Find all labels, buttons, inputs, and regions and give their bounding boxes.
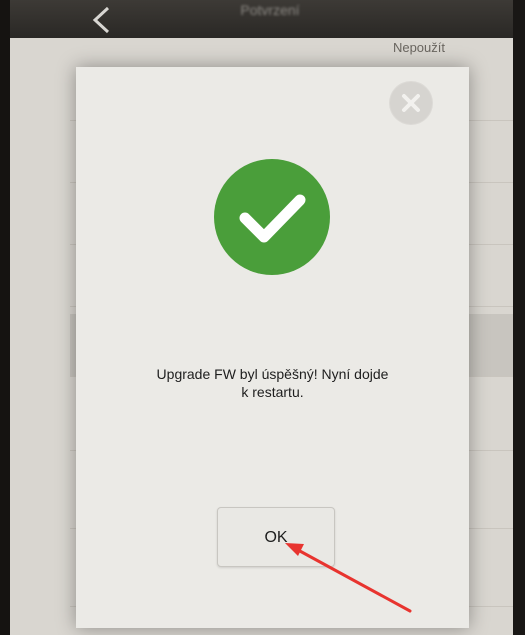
page-title: Potvrzení: [240, 2, 300, 18]
success-message: Upgrade FW byl úspěšný! Nyní dojde k res…: [96, 365, 449, 401]
device-bezel-left: [0, 0, 10, 635]
device-screen: Potvrzení Nepoužít P P K Z L T V V Upgra…: [10, 0, 513, 635]
ok-button[interactable]: OK: [217, 507, 335, 567]
close-icon[interactable]: [389, 81, 433, 125]
device-bezel-right: [513, 0, 525, 635]
top-bar: Potvrzení: [10, 0, 513, 38]
back-icon[interactable]: [90, 6, 112, 34]
success-message-line: k restartu.: [241, 384, 304, 400]
success-message-line: Upgrade FW byl úspěšný! Nyní dojde: [156, 366, 389, 382]
success-dialog: Upgrade FW byl úspěšný! Nyní dojde k res…: [76, 67, 469, 628]
checkmark-icon: [214, 159, 330, 275]
dismiss-action[interactable]: Nepoužít: [393, 40, 445, 55]
